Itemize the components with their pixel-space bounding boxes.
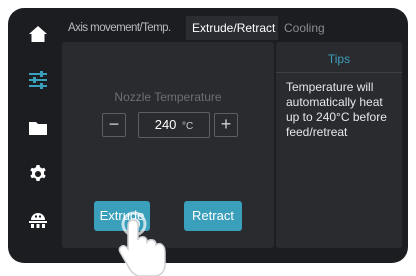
gear-icon xyxy=(30,165,46,181)
decrease-temperature-button[interactable]: − xyxy=(102,113,126,137)
home-icon xyxy=(29,26,47,42)
retract-button[interactable]: Retract xyxy=(184,201,242,231)
sliders-icon xyxy=(29,71,47,89)
home-button[interactable] xyxy=(26,22,50,46)
assistant-button[interactable] xyxy=(26,208,50,232)
sidebar xyxy=(16,22,60,254)
printer-screen: Axis movement/Temp. Extrude/Retract Cool… xyxy=(8,8,408,263)
files-button[interactable] xyxy=(26,116,50,140)
nozzle-temperature-field[interactable]: 240 °C xyxy=(138,112,210,138)
settings-tune-button[interactable] xyxy=(26,68,50,92)
tab-axis-movement-temp[interactable]: Axis movement/Temp. xyxy=(62,16,186,40)
tab-cooling[interactable]: Cooling xyxy=(278,16,348,40)
tips-divider xyxy=(276,72,402,73)
settings-button[interactable] xyxy=(26,162,50,186)
tips-title: Tips xyxy=(327,52,351,66)
robot-icon xyxy=(29,213,47,228)
tab-extrude-retract[interactable]: Extrude/Retract xyxy=(186,16,278,40)
folder-icon xyxy=(29,122,47,135)
increase-temperature-button[interactable]: + xyxy=(214,113,238,137)
nozzle-temperature-value: 240 xyxy=(154,117,177,132)
tips-text: Temperature will automatically heat up t… xyxy=(286,80,387,139)
tap-hand-icon xyxy=(118,211,166,276)
nozzle-temperature-label: Nozzle Temperature xyxy=(114,90,222,104)
temperature-unit: °C xyxy=(182,121,194,132)
tips-panel: Tips Temperature will automatically heat… xyxy=(276,42,402,248)
